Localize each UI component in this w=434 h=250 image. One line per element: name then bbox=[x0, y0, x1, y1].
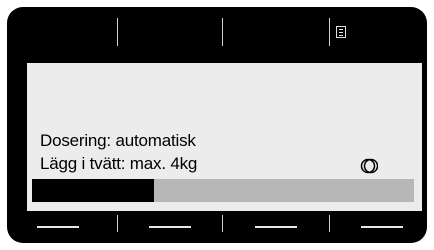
soft-key-4[interactable] bbox=[361, 226, 403, 228]
bottom-key-divider bbox=[222, 215, 223, 232]
top-key-divider bbox=[329, 18, 330, 46]
load-text: Lägg i tvätt: max. 4kg bbox=[40, 154, 198, 173]
soft-key-3[interactable] bbox=[255, 226, 297, 228]
soft-key-2[interactable] bbox=[149, 226, 191, 228]
bottom-key-divider bbox=[117, 215, 118, 232]
rinse-cycle-icon bbox=[360, 158, 378, 174]
top-soft-key-bar bbox=[7, 7, 427, 62]
list-icon[interactable] bbox=[336, 26, 346, 38]
bottom-key-divider bbox=[329, 215, 330, 232]
progress-bar bbox=[32, 179, 414, 202]
top-key-divider bbox=[222, 18, 223, 46]
display-frame: Dosering: automatisk Lägg i tvätt: max. … bbox=[7, 7, 427, 243]
dosing-text: Dosering: automatisk bbox=[40, 131, 196, 150]
progress-fill bbox=[32, 179, 155, 202]
top-key-divider bbox=[117, 18, 118, 46]
bottom-soft-key-bar bbox=[7, 211, 427, 243]
info-screen: Dosering: automatisk Lägg i tvätt: max. … bbox=[27, 63, 422, 211]
soft-key-1[interactable] bbox=[37, 226, 79, 228]
